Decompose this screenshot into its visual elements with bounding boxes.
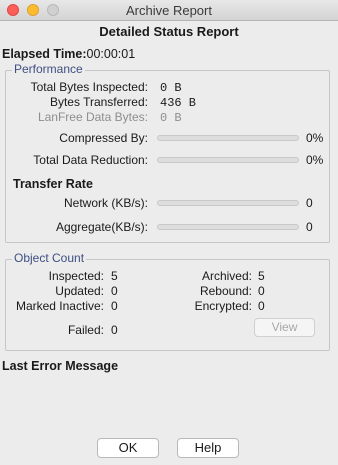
compressed-by-label: Compressed By: bbox=[59, 131, 148, 145]
help-button[interactable]: Help bbox=[177, 438, 239, 458]
window-title: Archive Report bbox=[126, 3, 212, 18]
last-error-heading: Last Error Message bbox=[2, 359, 119, 373]
network-rate-value: 0 bbox=[306, 196, 313, 210]
total-bytes-inspected-value: 0 B bbox=[160, 81, 182, 95]
total-data-reduction-label: Total Data Reduction: bbox=[33, 153, 148, 167]
failed-label: Failed: bbox=[67, 323, 104, 337]
elapsed-time: Elapsed Time:00:00:01 bbox=[2, 47, 135, 61]
inspected-value: 5 bbox=[111, 269, 118, 283]
compressed-by-progress bbox=[157, 135, 299, 141]
marked-inactive-label: Marked Inactive: bbox=[15, 299, 104, 313]
aggregate-rate-value: 0 bbox=[306, 220, 313, 234]
report-heading: Detailed Status Report bbox=[99, 24, 239, 39]
object-count-group-title: Object Count bbox=[12, 251, 87, 265]
total-bytes-inspected-label: Total Bytes Inspected: bbox=[30, 80, 148, 94]
elapsed-time-label: Elapsed Time: bbox=[2, 47, 87, 61]
network-rate-label: Network (KB/s): bbox=[63, 196, 148, 210]
aggregate-rate-label: Aggregate(KB/s): bbox=[55, 220, 148, 234]
archived-label: Archived: bbox=[201, 269, 252, 283]
bytes-transferred-label: Bytes Transferred: bbox=[49, 95, 148, 109]
bytes-transferred-value: 436 B bbox=[160, 96, 197, 110]
total-data-reduction-value: 0% bbox=[306, 153, 324, 167]
encrypted-value: 0 bbox=[258, 299, 265, 313]
failed-value: 0 bbox=[111, 323, 118, 337]
network-rate-progress bbox=[157, 200, 299, 206]
performance-group-title: Performance bbox=[12, 62, 85, 76]
updated-value: 0 bbox=[111, 284, 118, 298]
rebound-label: Rebound: bbox=[199, 284, 252, 298]
lanfree-data-bytes-label: LanFree Data Bytes: bbox=[37, 110, 148, 124]
window-titlebar: Archive Report bbox=[0, 0, 338, 21]
elapsed-time-value: 00:00:01 bbox=[86, 47, 136, 61]
transfer-rate-heading: Transfer Rate bbox=[13, 177, 93, 191]
total-data-reduction-progress bbox=[157, 157, 299, 163]
inspected-label: Inspected: bbox=[48, 269, 104, 283]
encrypted-label: Encrypted: bbox=[194, 299, 252, 313]
ok-button[interactable]: OK bbox=[97, 438, 159, 458]
archived-value: 5 bbox=[258, 269, 265, 283]
rebound-value: 0 bbox=[258, 284, 265, 298]
marked-inactive-value: 0 bbox=[111, 299, 118, 313]
updated-label: Updated: bbox=[55, 284, 104, 298]
compressed-by-value: 0% bbox=[306, 131, 324, 145]
aggregate-rate-progress bbox=[157, 224, 299, 230]
lanfree-data-bytes-value: 0 B bbox=[160, 111, 182, 125]
view-button[interactable]: View bbox=[254, 318, 315, 337]
